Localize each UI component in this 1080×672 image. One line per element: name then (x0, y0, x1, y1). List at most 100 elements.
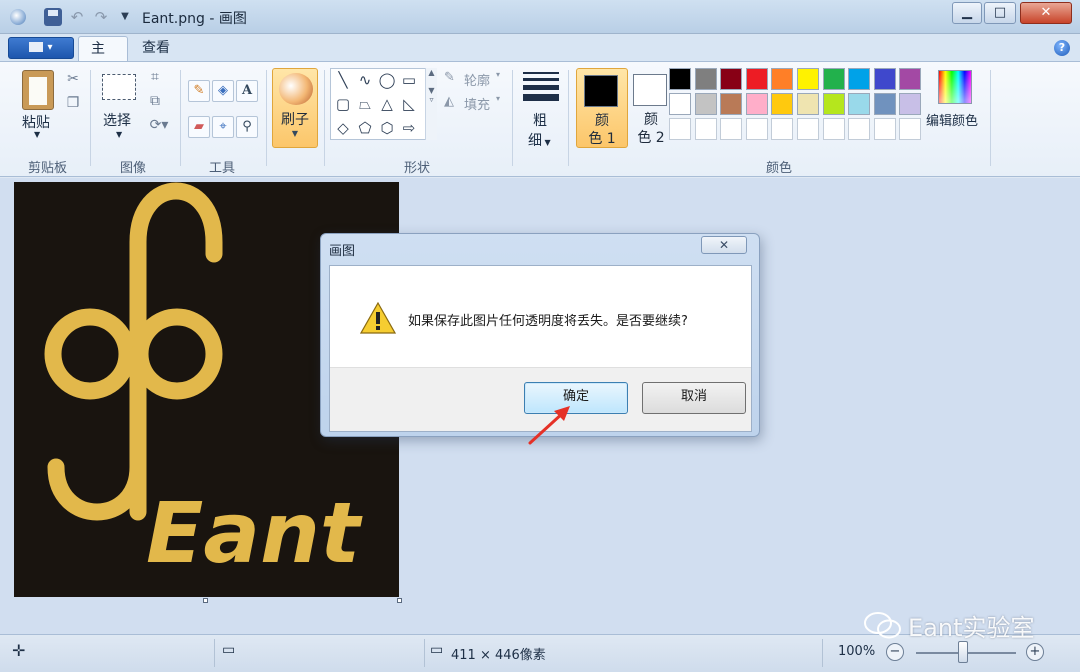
fill-bucket-icon[interactable]: ◈ (212, 80, 234, 102)
fill-dropdown-icon[interactable]: ▾ (496, 94, 500, 103)
palette-color-swatch[interactable] (848, 118, 871, 140)
edit-colors-icon[interactable] (938, 70, 972, 104)
polygon-shape-icon[interactable]: ⏢ (355, 95, 375, 113)
palette-color-swatch[interactable] (848, 68, 871, 90)
palette-color-swatch[interactable] (771, 68, 794, 90)
crop-icon[interactable]: ⌗ (146, 68, 164, 86)
palette-color-swatch[interactable] (745, 68, 768, 90)
palette-color-swatch[interactable] (899, 93, 922, 115)
zoom-in-button[interactable]: + (1026, 643, 1044, 661)
paint-menu-button[interactable]: ▾ (8, 37, 74, 59)
paste-button-label[interactable]: 粘贴 (22, 112, 50, 132)
window-title: Eant.png - 画图 (142, 11, 247, 27)
select-icon[interactable] (102, 74, 136, 100)
maximize-button[interactable]: □ (984, 2, 1016, 24)
zoom-level: 100% (838, 644, 876, 659)
right-triangle-shape-icon[interactable]: ◺ (399, 95, 419, 113)
color-picker-icon[interactable]: ⌖ (212, 116, 234, 138)
dialog-message: 如果保存此图片任何透明度将丢失。是否要继续? (408, 314, 688, 329)
fill-button-label[interactable]: 填充 (464, 94, 490, 113)
tab-view[interactable]: 查看 (130, 36, 182, 62)
select-button-label[interactable]: 选择 (103, 110, 131, 130)
palette-color-swatch[interactable] (669, 93, 691, 115)
redo-icon[interactable]: ↷ (92, 8, 110, 26)
rectangle-shape-icon[interactable]: ▭ (399, 71, 419, 89)
copy-icon[interactable]: ❐ (64, 94, 82, 112)
palette-color-swatch[interactable] (797, 118, 819, 140)
eraser-icon[interactable]: ▰ (188, 116, 210, 138)
size-icon[interactable] (523, 72, 559, 102)
palette-color-swatch[interactable] (822, 68, 845, 90)
resize-handle-corner[interactable] (397, 598, 402, 603)
palette-color-swatch[interactable] (771, 93, 794, 115)
palette-color-swatch[interactable] (771, 118, 794, 140)
status-separator (214, 639, 215, 667)
edit-colors-label[interactable]: 编辑颜色 (926, 110, 978, 129)
annotation-arrow-icon (528, 406, 570, 445)
palette-color-swatch[interactable] (694, 93, 717, 115)
palette-color-swatch[interactable] (720, 93, 743, 115)
zoom-slider-thumb[interactable] (958, 641, 968, 663)
text-icon[interactable]: A (236, 80, 258, 102)
resize-icon[interactable]: ⧉ (146, 92, 164, 110)
palette-color-swatch[interactable] (720, 118, 743, 140)
resize-handle-bottom[interactable] (203, 598, 208, 603)
palette-color-swatch[interactable] (745, 93, 768, 115)
palette-color-swatch[interactable] (848, 93, 871, 115)
rounded-rectangle-shape-icon[interactable]: ▢ (333, 95, 353, 113)
outline-button-label[interactable]: 轮廓 (464, 70, 490, 89)
palette-color-swatch[interactable] (797, 68, 819, 90)
arrow-shape-icon[interactable]: ⇨ (399, 119, 419, 137)
image-size-icon: ▭ (430, 642, 444, 658)
undo-icon[interactable]: ↶ (68, 8, 86, 26)
palette-color-swatch[interactable] (669, 118, 691, 140)
color-1-button[interactable]: 颜 色 1 (576, 68, 628, 148)
select-dropdown-icon[interactable]: ▼ (116, 130, 122, 139)
fill-icon[interactable]: ◭ (444, 94, 454, 109)
customize-quick-access-icon[interactable]: ▼ (116, 8, 134, 26)
palette-color-swatch[interactable] (694, 68, 717, 90)
save-icon[interactable] (44, 8, 62, 26)
paint-app-icon[interactable] (10, 9, 26, 25)
palette-color-swatch[interactable] (873, 68, 896, 90)
outline-dropdown-icon[interactable]: ▾ (496, 70, 500, 79)
color-1-label-2: 色 1 (588, 131, 616, 147)
rotate-icon[interactable]: ⟳▾ (146, 116, 172, 134)
palette-color-swatch[interactable] (873, 93, 896, 115)
palette-color-swatch[interactable] (720, 68, 743, 90)
oval-shape-icon[interactable]: ◯ (377, 71, 397, 89)
palette-color-swatch[interactable] (694, 118, 717, 140)
tools-group-label: 工具 (209, 161, 236, 176)
close-button[interactable]: ✕ (1020, 2, 1072, 24)
palette-color-swatch[interactable] (899, 68, 922, 90)
triangle-shape-icon[interactable]: △ (377, 95, 397, 113)
outline-icon[interactable]: ✎ (444, 70, 455, 85)
wechat-watermark-icon (864, 612, 901, 639)
line-shape-icon[interactable]: ╲ (333, 71, 353, 89)
palette-color-swatch[interactable] (822, 93, 845, 115)
dialog-close-button[interactable]: ✕ (701, 236, 747, 254)
palette-color-swatch[interactable] (899, 118, 922, 140)
paste-dropdown-icon[interactable]: ▼ (34, 130, 40, 139)
palette-color-swatch[interactable] (873, 118, 896, 140)
pencil-icon[interactable]: ✎ (188, 80, 210, 102)
help-icon[interactable]: ? (1054, 40, 1070, 56)
tab-home[interactable]: 主页 (78, 36, 128, 81)
palette-color-swatch[interactable] (669, 68, 691, 90)
magnifier-icon[interactable]: ⚲ (236, 116, 258, 138)
paste-icon[interactable] (22, 70, 54, 110)
minimize-button[interactable]: ▁ (952, 2, 982, 24)
curve-shape-icon[interactable]: ∿ (355, 71, 375, 89)
shapes-scrollbar[interactable]: ▲ ▼ ▿ (425, 68, 437, 140)
palette-color-swatch[interactable] (822, 118, 845, 140)
palette-color-swatch[interactable] (797, 93, 819, 115)
brushes-button[interactable]: 刷子 ▼ (272, 68, 318, 148)
diamond-shape-icon[interactable]: ◇ (333, 119, 353, 137)
palette-color-swatch[interactable] (745, 118, 768, 140)
zoom-out-button[interactable]: − (886, 643, 904, 661)
hexagon-shape-icon[interactable]: ⬡ (377, 119, 397, 137)
cut-icon[interactable]: ✂ (64, 70, 82, 88)
pentagon-shape-icon[interactable]: ⬠ (355, 119, 375, 137)
ribbon-separator (568, 70, 569, 166)
cancel-button[interactable]: 取消 (642, 382, 746, 414)
